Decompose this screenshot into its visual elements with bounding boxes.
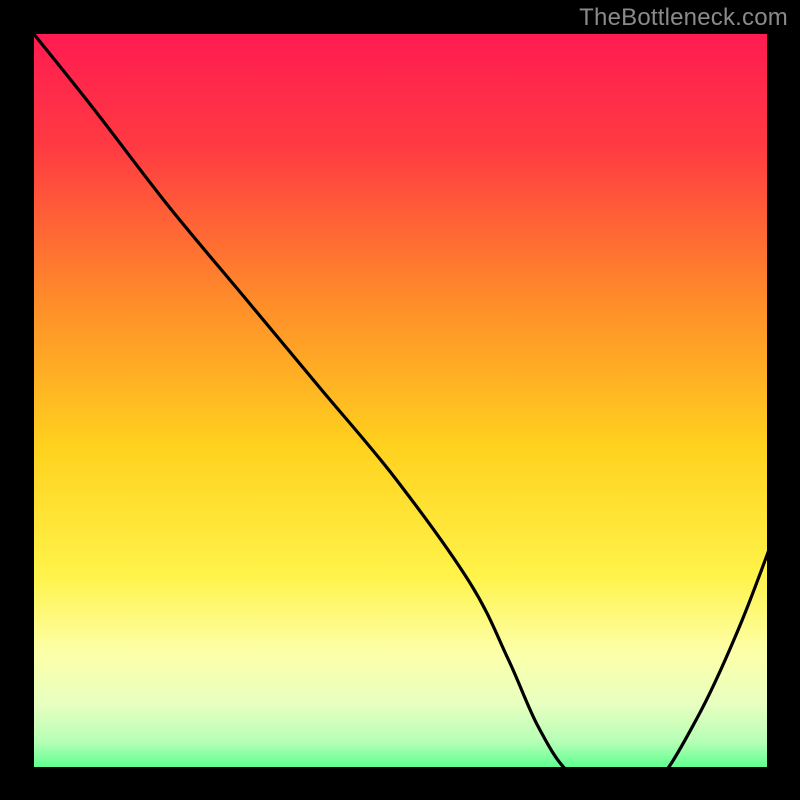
watermark-text: TheBottleneck.com [579, 4, 788, 32]
plot-background [33, 33, 787, 787]
chart-svg [0, 0, 800, 800]
chart-stage: TheBottleneck.com [0, 0, 800, 800]
